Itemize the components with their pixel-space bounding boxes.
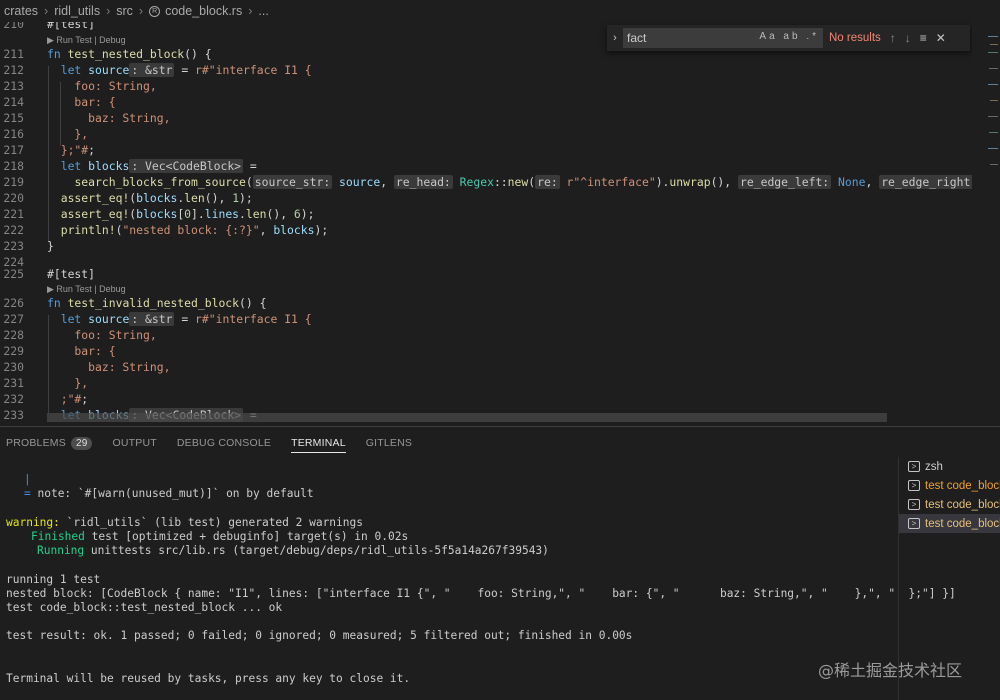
minimap-line — [988, 84, 998, 85]
find-input-value: fact — [627, 31, 647, 45]
tab-label: TERMINAL — [291, 437, 346, 449]
breadcrumb-more[interactable]: ... — [258, 4, 268, 18]
terminal-output[interactable]: | = note: `#[warn(unused_mut)]` on by de… — [6, 467, 956, 697]
code-line: 230 baz: String, — [3, 360, 171, 374]
terminal-line: Terminal will be reused by tasks, press … — [6, 672, 411, 685]
code-line: 222 println!("nested block: {:?}", block… — [3, 223, 329, 237]
minimap-line — [990, 44, 998, 45]
code-line: 221 assert_eq!(blocks[0].lines.len(), 6)… — [3, 207, 315, 221]
tab-gitlens[interactable]: GITLENS — [366, 427, 412, 459]
breadcrumb: crates › ridl_utils › src › R code_block… — [0, 0, 1000, 22]
terminal-icon: > — [908, 461, 920, 472]
code-line: 227 let source: &str = r#"interface I1 { — [3, 312, 312, 326]
find-options[interactable]: Aa ab .* — [759, 31, 819, 42]
minimap-line — [988, 36, 998, 37]
minimap-line — [988, 52, 998, 53]
code-line: 219 search_blocks_from_source(source_str… — [3, 175, 1000, 189]
terminal-line: | — [24, 473, 31, 486]
tab-label: PROBLEMS — [6, 437, 66, 449]
chevron-right-icon: › — [138, 4, 144, 18]
watermark: @稀土掘金技术社区 — [818, 661, 963, 680]
terminal-line: Finished test [optimized + debuginfo] ta… — [31, 530, 409, 543]
find-widget: › fact Aa ab .* No results ↑ ↓ ≡ ✕ — [607, 25, 970, 51]
code-line: 214 bar: { — [3, 95, 116, 109]
code-line: 226 fn test_invalid_nested_block() { — [3, 296, 267, 310]
horizontal-scrollbar[interactable] — [47, 413, 887, 422]
minimap-line — [988, 116, 998, 117]
arrow-up-icon[interactable]: ↑ — [890, 31, 896, 45]
tab-label: OUTPUT — [112, 437, 157, 449]
tab-label: GITLENS — [365, 437, 413, 449]
code-line: 228 foo: String, — [3, 328, 157, 342]
terminal-item-zsh[interactable]: > zsh — [899, 457, 1000, 476]
code-line: 218 let blocks: Vec<CodeBlock> = — [3, 159, 257, 173]
terminal-line: running 1 test — [6, 573, 101, 586]
tab-output[interactable]: OUTPUT — [112, 427, 156, 459]
terminal-item-label: test code_block — [925, 498, 1000, 511]
rust-file-icon: R — [149, 5, 161, 17]
code-line: 220 assert_eq!(blocks.len(), 1); — [3, 191, 253, 205]
code-line: 232 ;"#; — [3, 392, 89, 406]
terminal-item-test[interactable]: > test code_block — [899, 495, 1000, 514]
terminal-item-test[interactable]: > test code_block — [899, 514, 1000, 533]
breadcrumb-crates[interactable]: crates — [4, 4, 38, 18]
find-in-selection-icon[interactable]: ≡ — [920, 31, 927, 45]
terminal-icon: > — [908, 518, 920, 529]
tab-label: DEBUG CONSOLE — [176, 437, 272, 449]
tab-terminal[interactable]: TERMINAL — [291, 427, 346, 459]
find-input[interactable]: fact Aa ab .* — [623, 28, 823, 48]
code-editor[interactable]: 210 #[test] ▶ Run Test | Debug 211 fn test… — [0, 22, 1000, 426]
minimap-line — [989, 68, 998, 69]
terminal-line: nested block: [CodeBlock { name: "I1", l… — [6, 587, 956, 600]
chevron-right-icon: › — [106, 4, 111, 18]
code-line: 215 baz: String, — [3, 111, 171, 125]
terminal-item-test[interactable]: > test code_block — [899, 476, 1000, 495]
chevron-right-icon: › — [248, 4, 253, 18]
code-line: 231 }, — [3, 376, 89, 390]
minimap-line — [989, 132, 998, 133]
code-line: 216 }, — [3, 127, 89, 141]
minimap[interactable] — [972, 22, 1000, 426]
code-line: 225 #[test] — [3, 267, 96, 281]
minimap-line — [990, 100, 998, 101]
terminal-item-label: zsh — [925, 460, 943, 473]
tab-problems[interactable]: PROBLEMS 29 — [6, 427, 93, 459]
minimap-line — [990, 164, 998, 165]
chevron-right-icon[interactable]: › — [607, 32, 623, 44]
panel-tabs: PROBLEMS 29 OUTPUT DEBUG CONSOLE TERMINA… — [0, 427, 1000, 459]
terminal-icon: > — [908, 499, 920, 510]
code-line: 223} — [3, 239, 54, 253]
code-line: 213 foo: String, — [3, 79, 157, 93]
terminal-icon: > — [908, 480, 920, 491]
breadcrumb-src[interactable]: src — [116, 4, 133, 18]
close-icon[interactable]: ✕ — [936, 31, 946, 45]
terminal-line: test result: ok. 1 passed; 0 failed; 0 i… — [6, 629, 633, 642]
chevron-right-icon: › — [44, 4, 49, 18]
find-status: No results — [829, 32, 881, 44]
breadcrumb-file[interactable]: code_block.rs — [165, 4, 242, 18]
tab-debug-console[interactable]: DEBUG CONSOLE — [177, 427, 271, 459]
breadcrumb-ridl-utils[interactable]: ridl_utils — [54, 4, 100, 18]
terminal-line: test code_block::test_nested_block ... o… — [6, 601, 283, 614]
code-line: 229 bar: { — [3, 344, 116, 358]
terminal-line: Running unittests src/lib.rs (target/deb… — [37, 544, 549, 557]
code-line: 212 let source: &str = r#"interface I1 { — [3, 63, 312, 77]
terminal-line: = note: `#[warn(unused_mut)]` on by defa… — [24, 487, 314, 500]
terminal-item-label: test code_block — [925, 517, 1000, 530]
arrow-down-icon[interactable]: ↓ — [905, 31, 911, 45]
terminal-item-label: test code_block — [925, 479, 1000, 492]
problems-count-badge: 29 — [70, 436, 93, 450]
minimap-line — [988, 148, 998, 149]
terminal-line: warning: `ridl_utils` (lib test) generat… — [6, 516, 363, 529]
code-line: 217 };"#; — [3, 143, 96, 157]
